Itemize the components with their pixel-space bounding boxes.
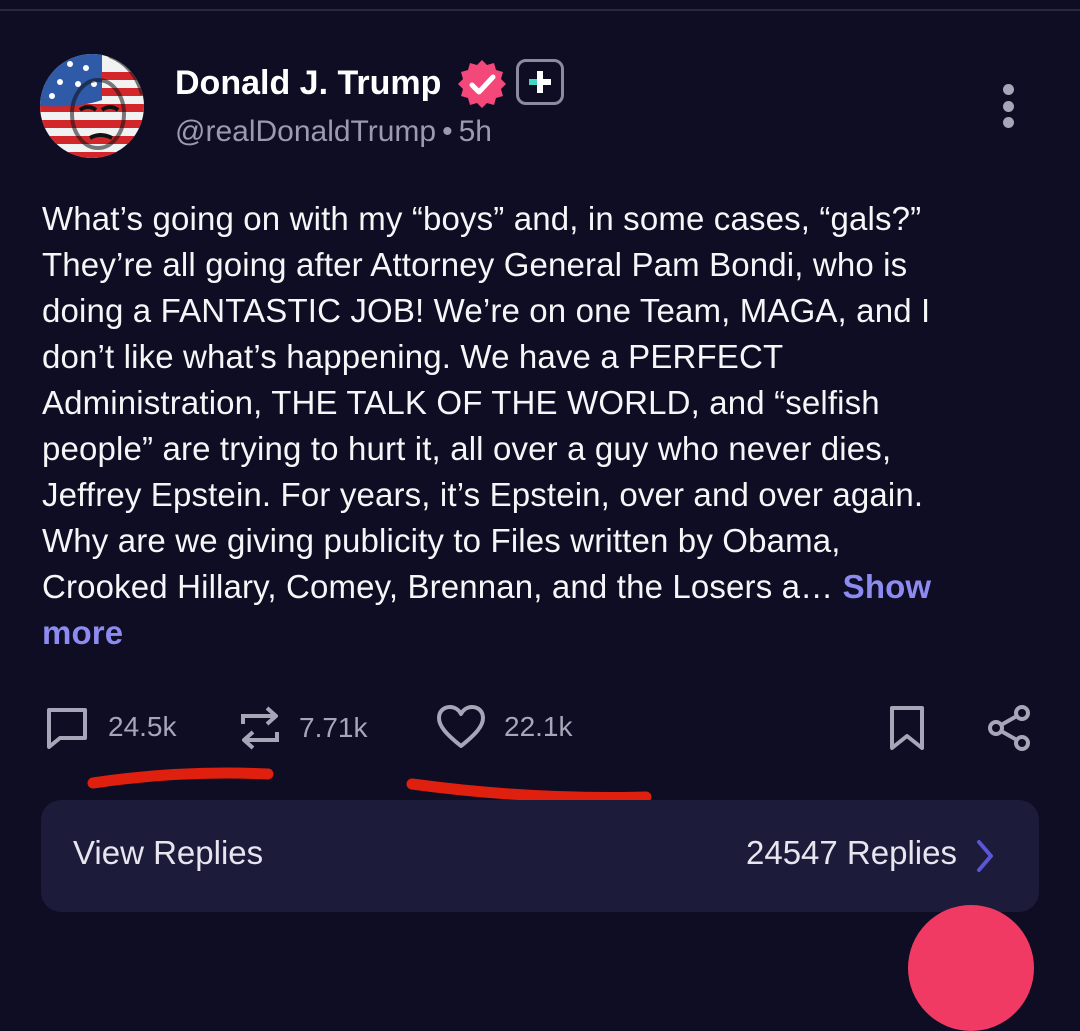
annotation-underlines [87, 767, 652, 803]
replies-total: 24547 Replies [746, 834, 957, 871]
view-replies-label: View Replies [73, 834, 264, 871]
floating-action-button[interactable] [908, 905, 1034, 1031]
annotation-underline-likes [406, 778, 652, 803]
view-replies-button[interactable]: View Replies 24547 Replies [41, 800, 1039, 912]
annotation-underline-replies [87, 767, 274, 789]
chevron-right-icon [977, 840, 993, 872]
